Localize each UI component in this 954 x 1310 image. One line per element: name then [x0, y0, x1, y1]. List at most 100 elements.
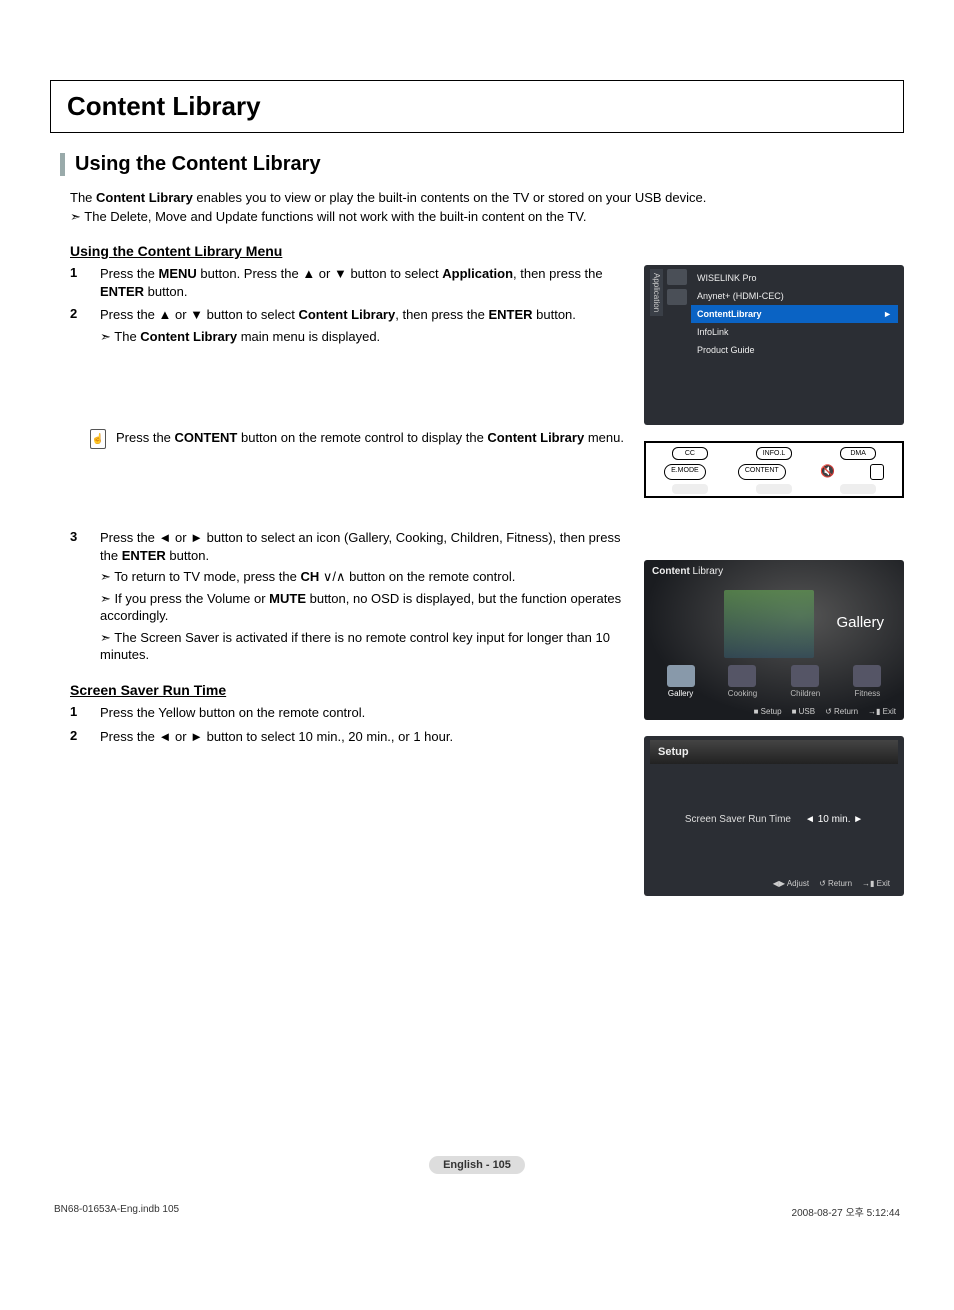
- osd-application-menu: Application WISELINK ProAnynet+ (HDMI-CE…: [644, 265, 904, 425]
- t: Content: [652, 566, 690, 577]
- step-1: 1 Press the MENU button. Press the ▲ or …: [70, 265, 626, 300]
- t: , then press the: [395, 307, 488, 322]
- osd2-title: Content Library: [652, 566, 723, 577]
- remote-stub: [840, 484, 876, 494]
- page-title: Content Library: [67, 91, 887, 122]
- remote-icon: ☝: [90, 429, 106, 449]
- remote-side-btn: [870, 464, 884, 480]
- step3-note2: If you press the Volume or MUTE button, …: [100, 590, 626, 625]
- osd1-menu-item: InfoLink: [691, 323, 898, 341]
- osd1-icon: [667, 289, 687, 305]
- step-number: 2: [70, 728, 86, 746]
- osd2-category: Fitness: [853, 665, 881, 698]
- mute-icon: 🔇: [818, 464, 838, 478]
- t: The: [114, 329, 140, 344]
- t: CH: [300, 569, 319, 584]
- remote-btn-content: CONTENT: [738, 464, 786, 480]
- osd2-bb-setup: Setup: [754, 707, 782, 716]
- osd-setup: Setup Screen Saver Run Time ◄ 10 min. ► …: [644, 736, 904, 896]
- step-number: 3: [70, 529, 86, 664]
- remote-btn-emode: E.MODE: [664, 464, 706, 480]
- intro-note: The Delete, Move and Update functions wi…: [70, 209, 904, 225]
- ss-step-1: 1 Press the Yellow button on the remote …: [70, 704, 626, 722]
- osd3-option-value: ◄ 10 min. ►: [805, 814, 863, 825]
- intro-text: The Content Library enables you to view …: [70, 190, 904, 205]
- footer-left: BN68-01653A-Eng.indb 105: [54, 1204, 179, 1219]
- t: Content Library: [140, 329, 237, 344]
- t: ∨/∧ button on the remote control.: [319, 569, 515, 584]
- t: Application: [442, 266, 513, 281]
- print-footer: BN68-01653A-Eng.indb 105 2008-08-27 오후 5…: [50, 1204, 904, 1219]
- remote-stub: [672, 484, 708, 494]
- osd3-bb-adjust: Adjust: [773, 879, 809, 888]
- osd2-selected-label: Gallery: [836, 614, 884, 631]
- osd1-menu-item: WISELINK Pro: [691, 269, 898, 287]
- t: button. Press the ▲ or ▼ button to selec…: [197, 266, 442, 281]
- osd3-bottom-bar: Adjust Return Exit: [650, 875, 898, 892]
- t: Press the: [100, 266, 159, 281]
- remote-btn-info: INFO.L: [756, 447, 793, 460]
- osd2-bb-return: Return: [825, 707, 858, 716]
- t: ENTER: [100, 284, 144, 299]
- osd3-bb-return: Return: [819, 879, 852, 888]
- osd2-category: Cooking: [728, 665, 757, 698]
- osd1-menu-item: Product Guide: [691, 341, 898, 359]
- t: Content Library: [298, 307, 395, 322]
- step-text: Press the MENU button. Press the ▲ or ▼ …: [100, 265, 626, 300]
- osd2-category: Children: [790, 665, 820, 698]
- step-text: Press the ▲ or ▼ button to select Conten…: [100, 306, 626, 345]
- step3-note1: To return to TV mode, press the CH ∨/∧ b…: [100, 568, 626, 586]
- step-number: 1: [70, 265, 86, 300]
- subhead-screensaver: Screen Saver Run Time: [70, 682, 626, 698]
- t: Press the: [116, 430, 175, 445]
- t: MUTE: [269, 591, 306, 606]
- t: Content Library: [487, 430, 584, 445]
- step3-note3: The Screen Saver is activated if there i…: [100, 629, 626, 664]
- osd2-bottom-bar: Setup USB Return Exit: [644, 707, 904, 716]
- t: menu.: [584, 430, 624, 445]
- step-number: 2: [70, 306, 86, 345]
- osd3-bb-exit: Exit: [862, 879, 890, 888]
- t: MENU: [159, 266, 197, 281]
- t: main menu is displayed.: [237, 329, 380, 344]
- right-arrow-icon: ►: [850, 814, 863, 825]
- intro-prefix: The: [70, 190, 96, 205]
- osd2-bb-exit: Exit: [868, 707, 896, 716]
- step-text: Press the ◄ or ► button to select an ico…: [100, 529, 626, 664]
- osd2-category: Gallery: [667, 665, 695, 698]
- t: ENTER: [488, 307, 532, 322]
- osd1-icon: [667, 269, 687, 285]
- t: button on the remote control to display …: [237, 430, 487, 445]
- osd2-category-row: Gallery Cooking Children Fitness: [644, 665, 904, 698]
- osd2-preview-image: [724, 590, 814, 658]
- osd2-bb-usb: USB: [792, 707, 816, 716]
- t: CONTENT: [175, 430, 238, 445]
- ss-step-2: 2 Press the ◄ or ► button to select 10 m…: [70, 728, 626, 746]
- remote-tip-text: Press the CONTENT button on the remote c…: [116, 429, 626, 447]
- step-number: 1: [70, 704, 86, 722]
- section-heading: Using the Content Library: [75, 153, 904, 176]
- osd1-menu-item: ContentLibrary►: [691, 305, 898, 323]
- t: , then press the: [513, 266, 603, 281]
- remote-control-snippet: CC INFO.L DMA E.MODE CONTENT 🔇: [644, 441, 904, 498]
- page-title-box: Content Library: [50, 80, 904, 133]
- t: button.: [166, 548, 209, 563]
- osd-content-library: Content Library Gallery Gallery Cooking Ch…: [644, 560, 904, 720]
- left-arrow-icon: ◄: [805, 814, 818, 825]
- remote-btn-cc: CC: [672, 447, 708, 460]
- step2-note: The Content Library main menu is display…: [100, 328, 626, 346]
- intro-bold: Content Library: [96, 190, 193, 205]
- osd1-sidebar-label: Application: [650, 269, 663, 316]
- page-number: English - 105: [429, 1156, 525, 1174]
- t: If you press the Volume or: [115, 591, 270, 606]
- t: Press the ▲ or ▼ button to select: [100, 307, 298, 322]
- osd1-menu-list: WISELINK ProAnynet+ (HDMI-CEC)ContentLib…: [691, 269, 898, 421]
- t: ENTER: [122, 548, 166, 563]
- t: To return to TV mode, press the: [114, 569, 300, 584]
- osd1-menu-item: Anynet+ (HDMI-CEC): [691, 287, 898, 305]
- step-3: 3 Press the ◄ or ► button to select an i…: [70, 529, 626, 664]
- step-text: Press the Yellow button on the remote co…: [100, 704, 626, 722]
- remote-stub: [756, 484, 792, 494]
- remote-btn-dma: DMA: [840, 447, 876, 460]
- t: 10 min.: [818, 814, 851, 825]
